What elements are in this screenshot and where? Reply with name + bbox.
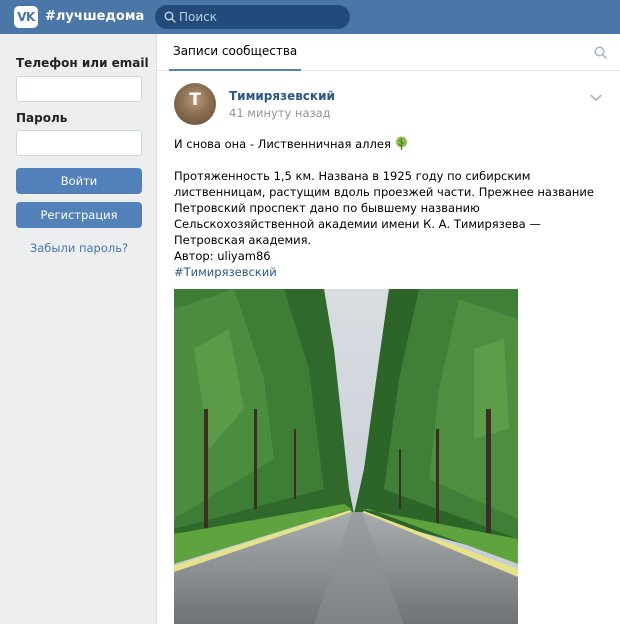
post-author-credit: Автор: uliyam86: [174, 249, 271, 263]
larch-alley-photo: [174, 289, 518, 624]
post-title: И снова она - Лиственничная аллея: [174, 137, 391, 151]
login-panel: Телефон или email Пароль Войти Регистрац…: [0, 34, 155, 624]
password-label: Пароль: [16, 111, 68, 125]
feed-card: Записи сообщества T Тимирязевский 41 мин…: [156, 34, 620, 624]
search-icon[interactable]: [594, 46, 607, 59]
vk-logo[interactable]: VK: [14, 6, 38, 28]
post-title-line: И снова она - Лиственничная аллея: [174, 136, 614, 152]
top-header: VK #лучшедома: [0, 0, 620, 34]
login-button[interactable]: Войти: [16, 168, 142, 194]
register-button[interactable]: Регистрация: [16, 202, 142, 228]
search-input[interactable]: [179, 5, 344, 29]
forgot-password-link[interactable]: Забыли пароль?: [16, 241, 142, 255]
community-avatar[interactable]: T: [174, 83, 216, 125]
password-field[interactable]: [16, 130, 142, 156]
post-author[interactable]: Тимирязевский: [229, 89, 335, 103]
search-icon: [164, 11, 176, 23]
avatar-letter: T: [189, 90, 201, 110]
tab-community-posts[interactable]: Записи сообщества: [169, 34, 302, 71]
post-time[interactable]: 41 минуту назад: [229, 106, 331, 120]
search-bar[interactable]: [155, 5, 350, 29]
post-body: Протяженность 1,5 км. Названа в 1925 год…: [174, 169, 594, 247]
login-field[interactable]: [16, 76, 142, 102]
site-tag[interactable]: #лучшедома: [45, 9, 144, 24]
tree-emoji-icon: [395, 136, 407, 150]
post-photo[interactable]: [174, 289, 518, 624]
login-label: Телефон или email: [16, 56, 149, 70]
chevron-down-icon[interactable]: [590, 94, 602, 102]
post-hashtag[interactable]: #Тимирязевский: [174, 264, 614, 280]
feed-tabs: Записи сообщества: [157, 34, 620, 71]
